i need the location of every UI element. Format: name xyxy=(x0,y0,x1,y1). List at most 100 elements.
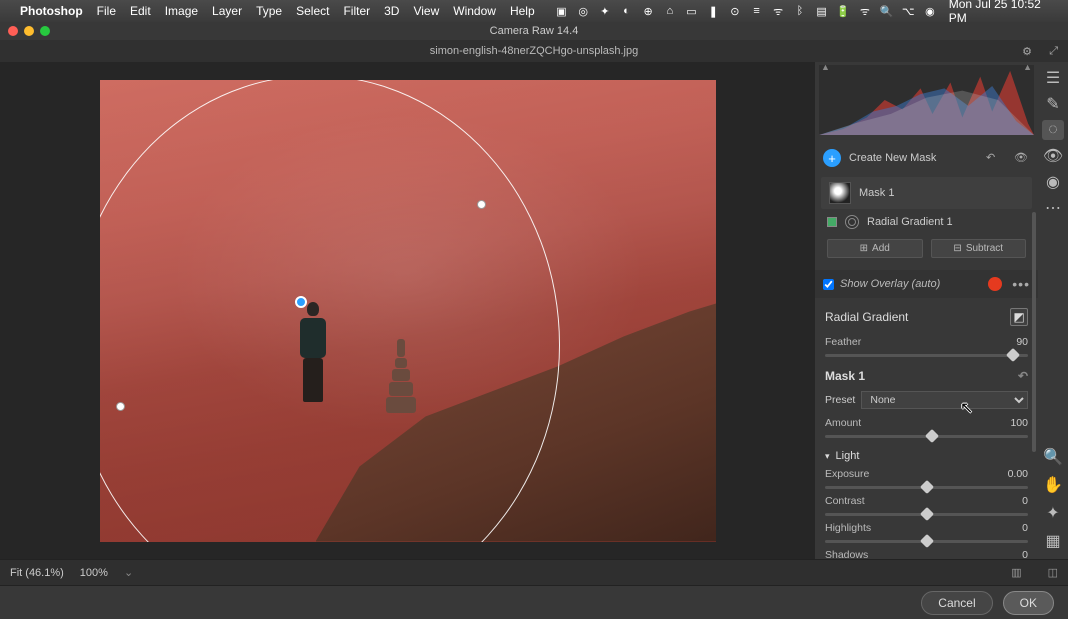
menu-edit[interactable]: Edit xyxy=(130,4,151,18)
zoom-value[interactable]: 100% xyxy=(80,567,108,579)
compare-icon[interactable]: ◫ xyxy=(1048,566,1058,579)
overlay-menu-icon[interactable]: ••• xyxy=(1012,276,1030,292)
macos-menubar: Photoshop File Edit Image Layer Type Sel… xyxy=(0,0,1068,22)
bluetooth-icon[interactable]: ᛒ xyxy=(791,2,809,20)
feather-label: Feather xyxy=(825,336,861,348)
invert-icon[interactable]: ◩ xyxy=(1010,308,1028,326)
status-icon[interactable]: ▤ xyxy=(813,2,831,20)
panel-scrollbar[interactable] xyxy=(1032,212,1036,452)
overlay-row: Show Overlay (auto) ••• xyxy=(815,270,1038,298)
feather-slider[interactable] xyxy=(825,354,1028,357)
ok-button[interactable]: OK xyxy=(1003,591,1054,615)
menu-image[interactable]: Image xyxy=(165,4,198,18)
add-button[interactable]: ⊞Add xyxy=(827,239,923,258)
canvas-area[interactable] xyxy=(0,62,815,559)
grid-tool-icon[interactable]: ▦ xyxy=(1042,531,1064,551)
status-icon[interactable]: ᯤ xyxy=(769,2,787,20)
exposure-label: Exposure xyxy=(825,468,869,480)
shadows-value[interactable] xyxy=(998,549,1028,559)
visibility-checkbox[interactable] xyxy=(827,217,837,227)
create-mask-label[interactable]: Create New Mask xyxy=(849,152,974,164)
light-group-header[interactable]: ▾ Light xyxy=(815,440,1038,464)
fit-zoom-label[interactable]: Fit (46.1%) xyxy=(10,567,64,579)
edit-tool-icon[interactable]: ☰ xyxy=(1042,68,1064,88)
overlay-color-swatch[interactable] xyxy=(988,277,1002,291)
amount-label: Amount xyxy=(825,417,861,429)
cancel-button[interactable]: Cancel xyxy=(921,591,992,615)
status-icon[interactable]: ▣ xyxy=(553,2,571,20)
clip-warning-right-icon[interactable]: ▲ xyxy=(1023,62,1032,72)
menu-file[interactable]: File xyxy=(97,4,116,18)
contrast-slider[interactable] xyxy=(825,513,1028,516)
wifi-icon[interactable]: ᯤ xyxy=(856,2,874,20)
show-overlay-checkbox[interactable] xyxy=(823,279,834,290)
status-icon[interactable]: ◐ xyxy=(618,2,636,20)
create-mask-plus-icon[interactable]: + xyxy=(823,149,841,167)
histogram[interactable]: ▲ ▲ xyxy=(819,65,1034,135)
amount-value[interactable] xyxy=(998,417,1028,429)
mask-adjust-header: Mask 1 ↶ xyxy=(815,359,1038,387)
radial-handle[interactable] xyxy=(116,402,125,411)
minimize-button[interactable] xyxy=(24,26,34,36)
image-content xyxy=(296,302,330,412)
maximize-button[interactable] xyxy=(40,26,50,36)
menu-select[interactable]: Select xyxy=(296,4,329,18)
menu-window[interactable]: Window xyxy=(453,4,496,18)
gradient-name: Radial Gradient 1 xyxy=(867,216,953,228)
siri-icon[interactable]: ◉ xyxy=(921,2,939,20)
radial-center-handle[interactable] xyxy=(295,296,307,308)
status-icon[interactable]: ✦ xyxy=(596,2,614,20)
feather-value[interactable] xyxy=(998,336,1028,348)
preset-label: Preset xyxy=(825,394,855,406)
amount-slider[interactable] xyxy=(825,435,1028,438)
light-label: Light xyxy=(836,450,860,462)
control-center-icon[interactable]: ⌥ xyxy=(899,2,917,20)
status-icon[interactable]: ◎ xyxy=(574,2,592,20)
status-icon[interactable]: ⊕ xyxy=(639,2,657,20)
contrast-value[interactable] xyxy=(998,495,1028,507)
eye-icon[interactable]: 👁 xyxy=(1014,151,1030,165)
app-name[interactable]: Photoshop xyxy=(20,4,83,18)
menu-type[interactable]: Type xyxy=(256,4,282,18)
exposure-value[interactable] xyxy=(998,468,1028,480)
gradient-item[interactable]: Radial Gradient 1 xyxy=(815,211,1038,233)
undo-icon[interactable]: ↶ xyxy=(986,151,1002,165)
gear-icon[interactable]: ⚙ xyxy=(1022,45,1032,58)
menu-3d[interactable]: 3D xyxy=(384,4,399,18)
status-icon[interactable]: ⌂ xyxy=(661,2,679,20)
reset-icon[interactable]: ↶ xyxy=(1018,369,1028,383)
zoom-dropdown-icon[interactable]: ⌄ xyxy=(124,566,133,579)
radial-handle[interactable] xyxy=(477,200,486,209)
clip-warning-left-icon[interactable]: ▲ xyxy=(821,62,830,72)
radial-gradient-header: Radial Gradient ◩ xyxy=(815,298,1038,332)
battery-icon[interactable]: 🔋 xyxy=(834,2,852,20)
menu-help[interactable]: Help xyxy=(510,4,535,18)
status-icon[interactable]: ≡ xyxy=(748,2,766,20)
preset-select[interactable]: None xyxy=(861,391,1028,409)
close-button[interactable] xyxy=(8,26,18,36)
add-icon: ⊞ xyxy=(860,243,868,254)
highlights-slider[interactable] xyxy=(825,540,1028,543)
highlights-value[interactable] xyxy=(998,522,1028,534)
menu-filter[interactable]: Filter xyxy=(343,4,370,18)
sampler-tool-icon[interactable]: ✦ xyxy=(1042,503,1064,523)
menu-layer[interactable]: Layer xyxy=(212,4,242,18)
exposure-slider[interactable] xyxy=(825,486,1028,489)
filmstrip-icon[interactable]: ▥ xyxy=(1011,566,1021,579)
menu-view[interactable]: View xyxy=(413,4,439,18)
redeye-tool-icon[interactable]: ◉ xyxy=(1042,172,1064,192)
crop-tool-icon[interactable]: ✎ xyxy=(1042,94,1064,114)
image-preview[interactable] xyxy=(100,80,716,542)
masking-tool-icon[interactable]: ◌ xyxy=(1042,120,1064,140)
eye-tool-icon[interactable]: 👁 xyxy=(1042,146,1064,166)
fullscreen-icon[interactable]: ⤢ xyxy=(1049,45,1058,58)
status-icon[interactable]: ⊙ xyxy=(726,2,744,20)
status-icon[interactable]: ❚ xyxy=(704,2,722,20)
mask-item[interactable]: Mask 1 xyxy=(821,177,1032,209)
subtract-button[interactable]: ⊟Subtract xyxy=(931,239,1027,258)
hand-tool-icon[interactable]: ✋ xyxy=(1042,475,1064,495)
zoom-tool-icon[interactable]: 🔍 xyxy=(1042,447,1064,467)
more-tool-icon[interactable]: ⋯ xyxy=(1042,198,1064,218)
spotlight-icon[interactable]: 🔍 xyxy=(878,2,896,20)
status-icon[interactable]: ▭ xyxy=(683,2,701,20)
